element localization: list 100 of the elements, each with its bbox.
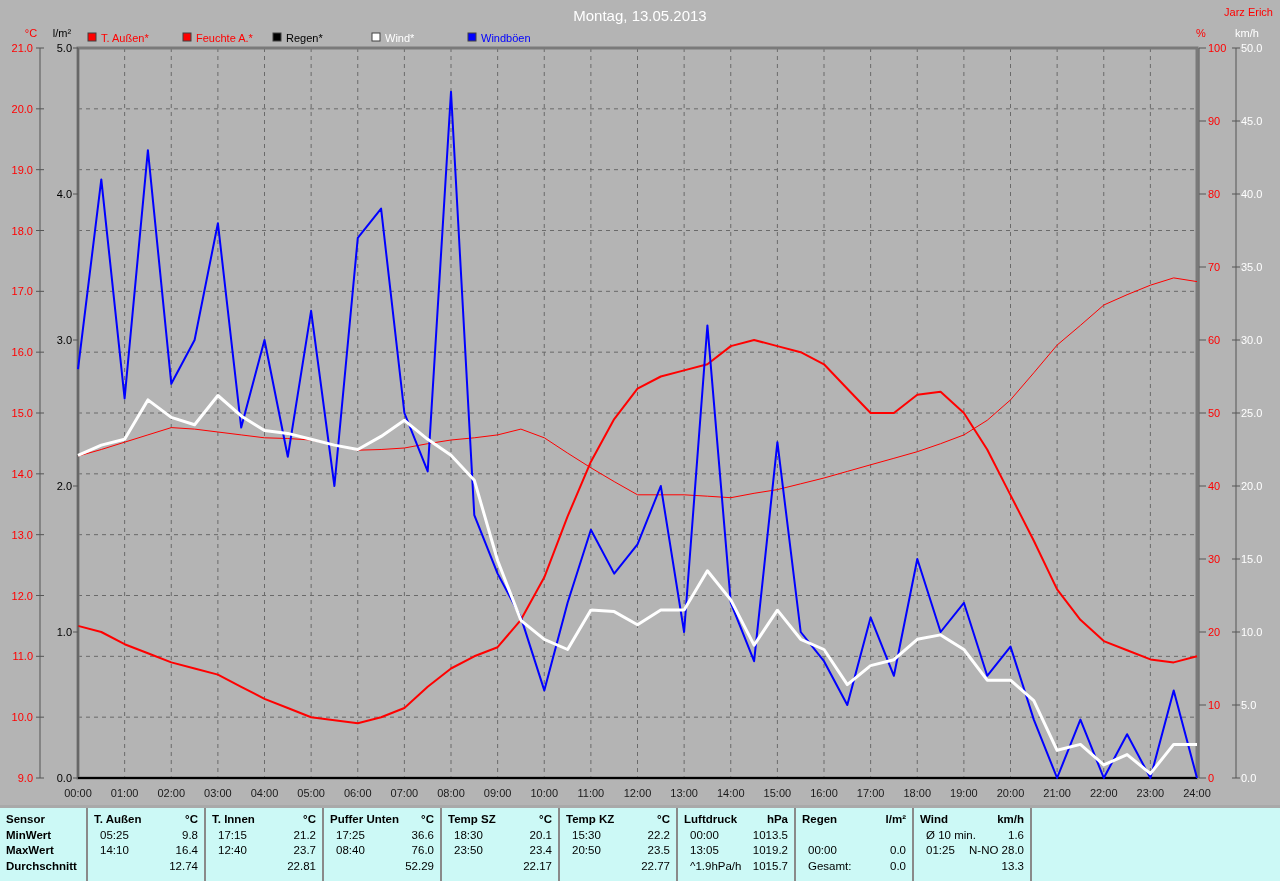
axis-tick-label: 5.0 <box>1241 699 1257 711</box>
stat-value: 22.2 <box>647 827 670 843</box>
axis-unit: °C <box>24 27 38 39</box>
time-value: 23:50 <box>453 843 483 858</box>
stat-value: 1.6 <box>1008 827 1024 843</box>
unit-label: °C <box>421 812 434 827</box>
column-header: T. Außen <box>94 812 142 827</box>
axis-tick-label: 40 <box>1208 480 1221 492</box>
row-label: MaxWert <box>6 843 54 858</box>
stat-value: 22.17 <box>523 858 552 874</box>
time-value: 12:40 <box>217 843 247 858</box>
axis-tick-label: 03:00 <box>204 787 232 799</box>
stat-value: 21.2 <box>293 827 316 843</box>
stat-value: 23.5 <box>647 843 670 858</box>
axis-tick-label: 20.0 <box>11 102 33 115</box>
stat-value: 1019.2 <box>752 843 788 858</box>
stat-value: 0.0 <box>890 843 906 858</box>
axis-tick-label: 1.0 <box>56 626 72 638</box>
axis-tick-label: 20 <box>1208 626 1221 638</box>
axis-tick-label: 02:00 <box>157 787 185 799</box>
legend-label: Wind* <box>385 32 415 44</box>
stat-value: 36.6 <box>411 827 434 843</box>
unit-label: l/m² <box>885 812 906 827</box>
axis-tick-label: 18:00 <box>903 787 931 799</box>
author-label: Jarz Erich <box>1224 6 1273 18</box>
axis-tick-label: 17.0 <box>11 285 33 298</box>
axis-tick-label: 19.0 <box>11 163 33 176</box>
time-value: 17:15 <box>217 827 247 843</box>
axis-tick-label: 04:00 <box>250 787 279 799</box>
stat-value: 76.0 <box>411 843 434 858</box>
axis-tick-label: 4.0 <box>56 188 72 200</box>
time-value: 08:40 <box>335 843 365 858</box>
stat-value: 0.0 <box>890 858 906 874</box>
axis-unit: km/h <box>1235 27 1259 39</box>
stat-value: 16.4 <box>175 843 198 858</box>
axis-tick-label: 9.0 <box>17 772 33 784</box>
column-header: Regen <box>802 812 838 827</box>
stat-value: N-NO 28.0 <box>969 843 1024 858</box>
axis-tick-label: 11:00 <box>577 787 605 799</box>
stat-value: 23.7 <box>293 843 316 858</box>
unit-label: °C <box>185 812 198 827</box>
axis-tick-label: 23:00 <box>1136 787 1165 799</box>
time-value: Ø 10 min. <box>925 827 976 843</box>
axis-tick-label: 22:00 <box>1090 787 1118 799</box>
axis-tick-label: 18.0 <box>11 224 33 237</box>
axis-tick-label: 12:00 <box>623 787 652 799</box>
column-header: Wind <box>920 812 948 827</box>
time-value: 01:25 <box>925 843 955 858</box>
legend-label: Feuchte A.* <box>196 32 253 44</box>
axis-tick-label: 3.0 <box>56 334 72 346</box>
unit-label: °C <box>657 812 670 827</box>
axis-tick-label: 14.0 <box>11 467 33 480</box>
legend-label: Windböen <box>481 32 531 44</box>
axis-tick-label: 2.0 <box>56 480 72 492</box>
axis-tick-label: 24:00 <box>1183 787 1211 799</box>
time-value: 20:50 <box>571 843 601 858</box>
axis-unit: % <box>1196 27 1206 39</box>
unit-label: km/h <box>997 812 1024 827</box>
axis-tick-label: 0.0 <box>1241 772 1257 784</box>
time-value: 14:10 <box>99 843 129 858</box>
axis-tick-label: 50.0 <box>1241 42 1263 54</box>
axis-tick-label: 10:00 <box>530 787 558 799</box>
column-header: T. Innen <box>212 812 255 827</box>
axis-tick-label: 16.0 <box>11 346 33 359</box>
axis-tick-label: 45.0 <box>1241 115 1263 127</box>
legend-label: T. Außen* <box>101 32 149 44</box>
time-value: 05:25 <box>99 827 129 843</box>
column-header: Puffer Unten <box>330 812 399 827</box>
axis-tick-label: 15.0 <box>1241 553 1263 565</box>
axis-tick-label: 50 <box>1208 407 1221 419</box>
axis-tick-label: 12.0 <box>11 589 33 602</box>
row-label: Sensor <box>6 812 45 827</box>
column-header: Temp SZ <box>448 812 496 827</box>
axis-tick-label: 10 <box>1208 699 1221 711</box>
time-value: ^1.9hPa/h <box>689 858 742 874</box>
legend-label: Regen* <box>286 32 323 44</box>
axis-tick-label: 07:00 <box>390 787 419 799</box>
axis-tick-label: 0 <box>1208 772 1215 784</box>
time-value: 00:00 <box>689 827 719 843</box>
axis-tick-label: 15.0 <box>11 407 33 419</box>
time-value: 18:30 <box>453 827 483 843</box>
axis-tick-label: 0.0 <box>56 772 72 784</box>
stat-value: 9.8 <box>182 827 198 843</box>
axis-tick-label: 06:00 <box>344 787 372 799</box>
axis-tick-label: 10.0 <box>1241 626 1263 638</box>
stat-value: 22.77 <box>641 858 670 874</box>
axis-tick-label: 08:00 <box>437 787 465 799</box>
axis-tick-label: 15:00 <box>763 787 792 799</box>
stat-value: 22.81 <box>287 858 316 874</box>
axis-tick-label: 20:00 <box>996 787 1025 799</box>
axis-tick-label: 25.0 <box>1241 407 1263 419</box>
axis-tick-label: 60 <box>1208 334 1221 346</box>
axis-tick-label: 70 <box>1208 261 1221 273</box>
time-value: 17:25 <box>335 827 365 843</box>
column-header: Luftdruck <box>684 812 738 827</box>
unit-label: hPa <box>766 812 788 827</box>
axis-tick-label: 16:00 <box>810 787 838 799</box>
stat-value: 20.1 <box>529 827 552 843</box>
stat-value: 23.4 <box>529 843 552 858</box>
axis-tick-label: 30 <box>1208 553 1221 565</box>
